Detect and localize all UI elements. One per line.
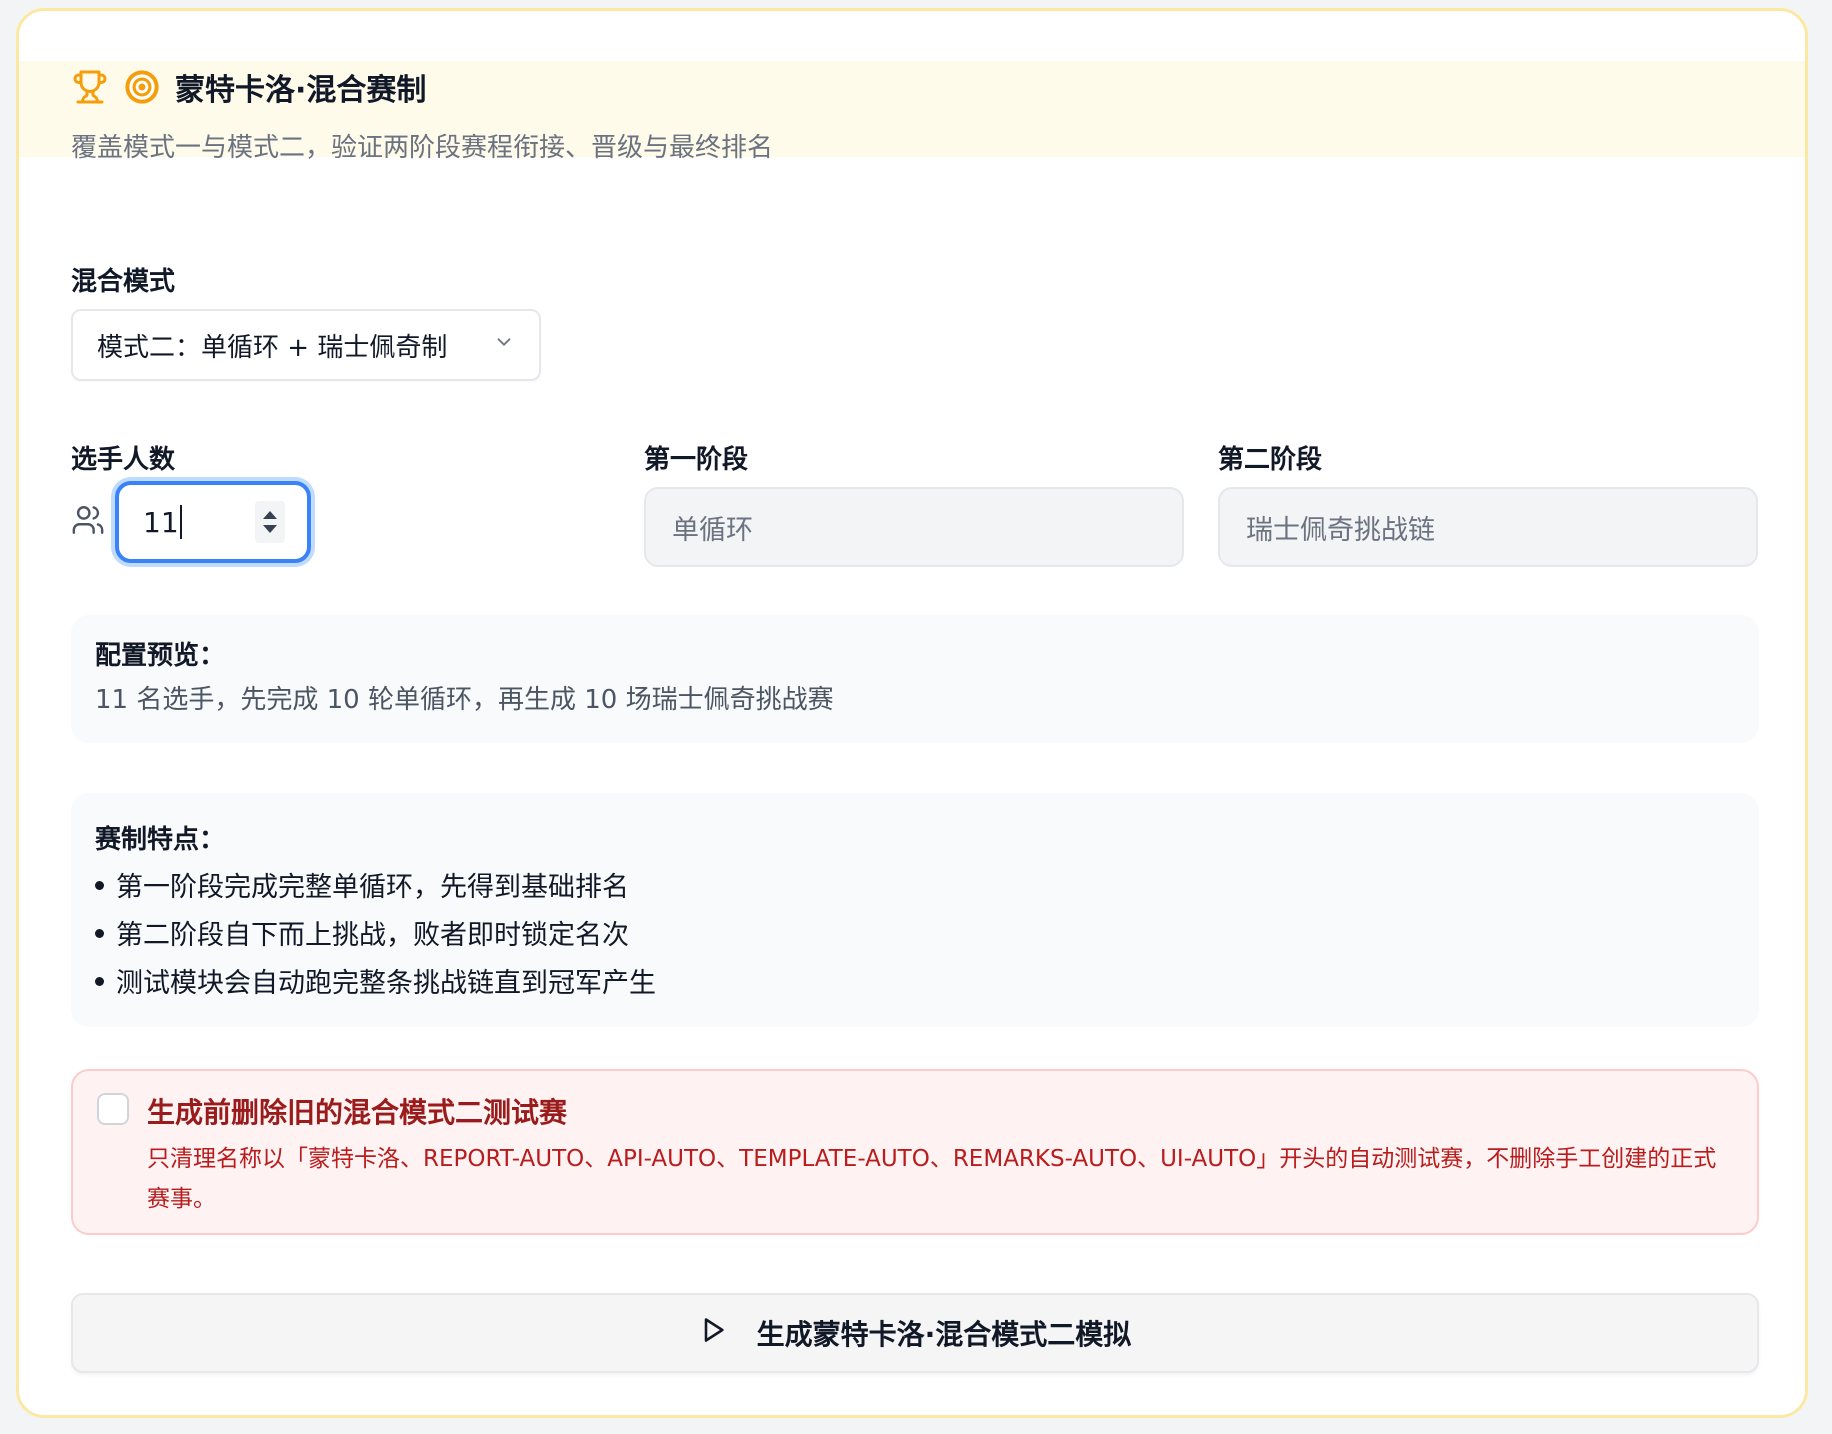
stepper-up-icon[interactable]: [263, 511, 277, 519]
cleanup-title[interactable]: 生成前删除旧的混合模式二测试赛: [147, 1091, 567, 1131]
bullet-dot: [95, 977, 104, 986]
feature-item: 第二阶段自下而上挑战，败者即时锁定名次: [95, 913, 629, 952]
generate-button-label: 生成蒙特卡洛·混合模式二模拟: [756, 1318, 1132, 1351]
trophy-icon: [71, 68, 109, 106]
stage1-field: 单循环: [644, 487, 1184, 567]
features-panel: 赛制特点： 第一阶段完成完整单循环，先得到基础排名 第二阶段自下而上挑战，败者即…: [71, 793, 1759, 1027]
header-title-row: 蒙特卡洛·混合赛制: [71, 65, 426, 109]
features-title: 赛制特点：: [95, 825, 226, 855]
players-count-stepper[interactable]: [255, 501, 285, 543]
players-label: 选手人数: [71, 445, 176, 475]
mode-label: 混合模式: [71, 267, 176, 297]
cleanup-checkbox[interactable]: [97, 1093, 129, 1125]
feature-item: 测试模块会自动跑完整条挑战链直到冠军产生: [95, 961, 656, 1000]
stage2-value: 瑞士佩奇挑战链: [1246, 514, 1435, 546]
feature-text: 第一阶段完成完整单循环，先得到基础排名: [116, 872, 629, 903]
config-preview-panel: 配置预览： 11 名选手，先完成 10 轮单循环，再生成 10 场瑞士佩奇挑战赛: [71, 615, 1759, 743]
feature-item: 第一阶段完成完整单循环，先得到基础排名: [95, 865, 629, 904]
chevron-down-icon: [493, 330, 515, 360]
mode-select-value: 模式二：单循环 + 瑞士佩奇制: [97, 332, 448, 363]
cleanup-description: 只清理名称以「蒙特卡洛、REPORT-AUTO、API-AUTO、TEMPLAT…: [147, 1146, 1717, 1212]
preview-text: 11 名选手，先完成 10 轮单循环，再生成 10 场瑞士佩奇挑战赛: [95, 685, 834, 715]
stage2-field: 瑞士佩奇挑战链: [1218, 487, 1758, 567]
card-title: 蒙特卡洛·混合赛制: [175, 73, 427, 108]
generate-simulation-button[interactable]: 生成蒙特卡洛·混合模式二模拟: [71, 1293, 1759, 1373]
bullet-dot: [95, 929, 104, 938]
stage1-label: 第一阶段: [644, 445, 749, 475]
bullet-dot: [95, 881, 104, 890]
stage1-value: 单循环: [672, 514, 753, 546]
cleanup-option-panel: 生成前删除旧的混合模式二测试赛 只清理名称以「蒙特卡洛、REPORT-AUTO、…: [71, 1069, 1759, 1235]
stepper-down-icon[interactable]: [263, 525, 277, 533]
text-caret: [179, 505, 182, 539]
preview-title: 配置预览：: [95, 641, 226, 671]
target-icon: [123, 68, 161, 106]
mode-select[interactable]: 模式二：单循环 + 瑞士佩奇制: [71, 309, 541, 381]
play-icon: [699, 1315, 727, 1352]
monte-carlo-card: 蒙特卡洛·混合赛制 覆盖模式一与模式二，验证两阶段赛程衔接、晋级与最终排名 混合…: [16, 8, 1808, 1418]
card-subtitle: 覆盖模式一与模式二，验证两阶段赛程衔接、晋级与最终排名: [71, 133, 774, 163]
feature-text: 第二阶段自下而上挑战，败者即时锁定名次: [116, 920, 629, 951]
stage2-label: 第二阶段: [1218, 445, 1323, 475]
players-count-value: 11: [143, 505, 179, 539]
users-icon: [71, 503, 105, 537]
feature-text: 测试模块会自动跑完整条挑战链直到冠军产生: [116, 968, 656, 999]
players-count-input[interactable]: 11: [115, 481, 311, 563]
